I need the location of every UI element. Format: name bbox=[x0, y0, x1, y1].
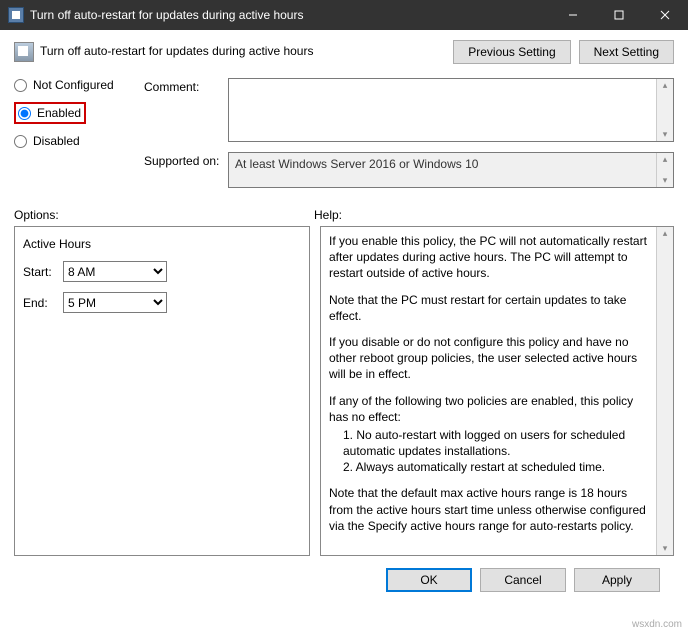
radio-not-configured[interactable]: Not Configured bbox=[14, 78, 134, 92]
comment-textarea[interactable]: ▴▾ bbox=[228, 78, 674, 142]
radio-enabled-highlight: Enabled bbox=[14, 102, 86, 124]
end-select[interactable]: 12 AM1 AM2 AM3 AM4 AM5 AM6 AM7 AM8 AM9 A… bbox=[63, 292, 167, 313]
state-radio-group: Not Configured Enabled Disabled bbox=[14, 78, 134, 158]
help-label: Help: bbox=[314, 208, 674, 222]
title-bar: Turn off auto-restart for updates during… bbox=[0, 0, 688, 30]
scroll-down-icon: ▾ bbox=[663, 174, 668, 187]
help-text: Note that the default max active hours r… bbox=[329, 485, 651, 534]
policy-title: Turn off auto-restart for updates during… bbox=[40, 40, 453, 58]
ok-button[interactable]: OK bbox=[386, 568, 472, 592]
radio-not-configured-input[interactable] bbox=[14, 79, 27, 92]
help-text: 2. Always automatically restart at sched… bbox=[329, 459, 651, 475]
comment-label: Comment: bbox=[144, 78, 228, 94]
close-button[interactable] bbox=[642, 0, 688, 30]
radio-enabled[interactable]: Enabled bbox=[18, 106, 81, 120]
supported-scrollbar: ▴▾ bbox=[656, 153, 673, 187]
radio-enabled-label: Enabled bbox=[37, 106, 81, 120]
supported-on-label: Supported on: bbox=[144, 152, 228, 168]
help-text: Note that the PC must restart for certai… bbox=[329, 292, 651, 324]
start-label: Start: bbox=[23, 265, 55, 279]
scroll-up-icon[interactable]: ▴ bbox=[663, 227, 668, 240]
policy-icon bbox=[14, 42, 34, 62]
scroll-up-icon: ▴ bbox=[663, 153, 668, 166]
comment-scrollbar[interactable]: ▴▾ bbox=[656, 79, 673, 141]
radio-disabled-label: Disabled bbox=[33, 134, 80, 148]
radio-disabled-input[interactable] bbox=[14, 135, 27, 148]
scroll-down-icon[interactable]: ▾ bbox=[663, 128, 668, 141]
radio-enabled-input[interactable] bbox=[18, 107, 31, 120]
help-scrollbar[interactable]: ▴▾ bbox=[656, 227, 673, 555]
help-text: If you disable or do not configure this … bbox=[329, 334, 651, 383]
window-title: Turn off auto-restart for updates during… bbox=[30, 8, 550, 22]
start-select[interactable]: 12 AM1 AM2 AM3 AM4 AM5 AM6 AM7 AM8 AM9 A… bbox=[63, 261, 167, 282]
window-buttons bbox=[550, 0, 688, 30]
apply-button[interactable]: Apply bbox=[574, 568, 660, 592]
scroll-down-icon[interactable]: ▾ bbox=[663, 542, 668, 555]
previous-setting-button[interactable]: Previous Setting bbox=[453, 40, 570, 64]
scroll-up-icon[interactable]: ▴ bbox=[663, 79, 668, 92]
help-text: If any of the following two policies are… bbox=[329, 393, 651, 425]
supported-on-value: At least Windows Server 2016 or Windows … bbox=[235, 157, 478, 171]
radio-disabled[interactable]: Disabled bbox=[14, 134, 134, 148]
minimize-button[interactable] bbox=[550, 0, 596, 30]
dialog-footer: OK Cancel Apply bbox=[14, 556, 674, 592]
help-pane: If you enable this policy, the PC will n… bbox=[320, 226, 674, 556]
options-pane: Active Hours Start: 12 AM1 AM2 AM3 AM4 A… bbox=[14, 226, 310, 556]
app-icon bbox=[8, 7, 24, 23]
watermark: wsxdn.com bbox=[632, 619, 682, 630]
radio-not-configured-label: Not Configured bbox=[33, 78, 114, 92]
help-text: 1. No auto-restart with logged on users … bbox=[329, 427, 651, 459]
cancel-button[interactable]: Cancel bbox=[480, 568, 566, 592]
options-label: Options: bbox=[14, 208, 314, 222]
help-text: If you enable this policy, the PC will n… bbox=[329, 233, 651, 282]
maximize-button[interactable] bbox=[596, 0, 642, 30]
end-label: End: bbox=[23, 296, 55, 310]
options-title: Active Hours bbox=[23, 237, 301, 251]
next-setting-button[interactable]: Next Setting bbox=[579, 40, 674, 64]
supported-on-box: At least Windows Server 2016 or Windows … bbox=[228, 152, 674, 188]
